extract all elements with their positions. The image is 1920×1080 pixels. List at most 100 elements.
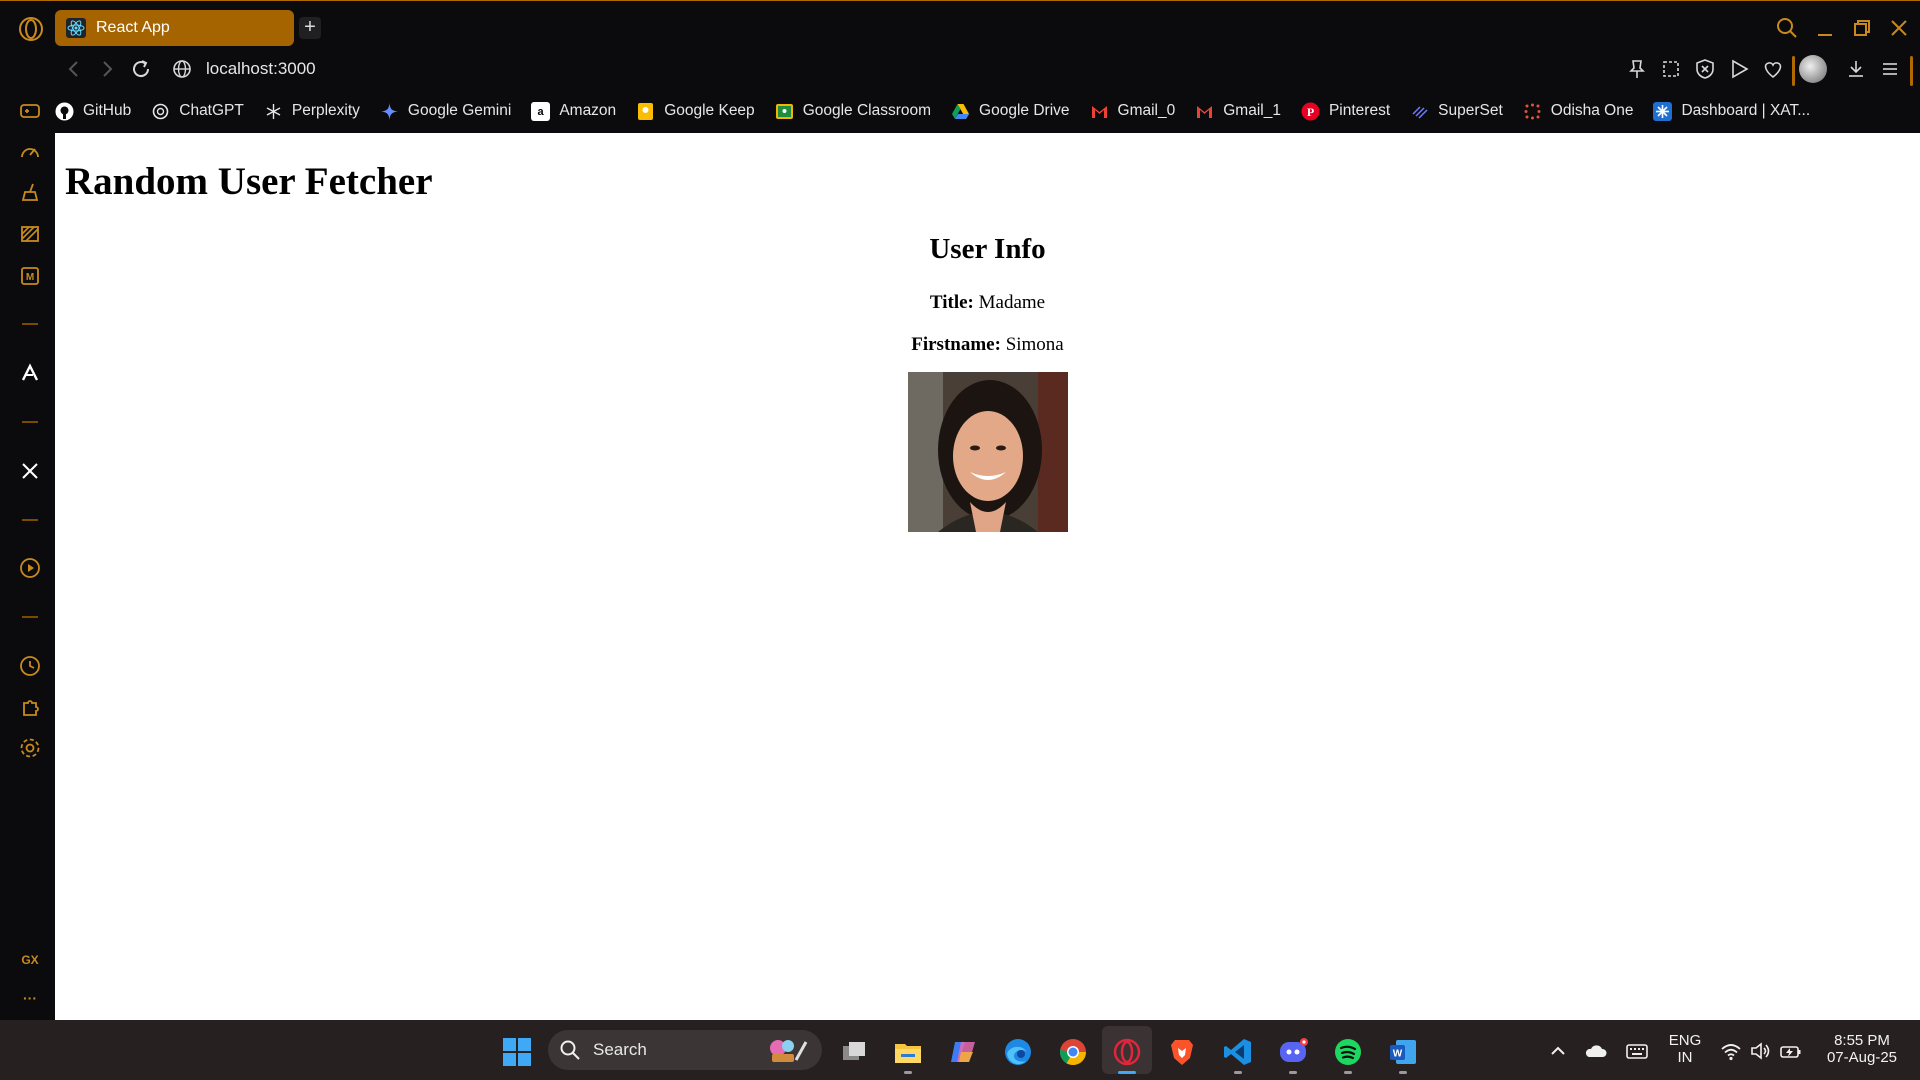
wifi-icon[interactable] [1719, 1040, 1743, 1062]
spotify-icon[interactable] [1332, 1036, 1364, 1068]
vscode-icon[interactable] [1222, 1036, 1254, 1068]
restore-icon[interactable] [1849, 15, 1875, 41]
discord-icon[interactable] [1277, 1036, 1309, 1068]
bookmark-google-classroom[interactable]: Google Classroom [775, 102, 931, 121]
file-explorer-icon[interactable] [892, 1036, 924, 1068]
battery-charging-icon[interactable] [1779, 1040, 1803, 1062]
bookmark-superset[interactable]: SuperSet [1410, 102, 1503, 121]
player-icon[interactable] [1726, 56, 1752, 82]
search-icon [559, 1039, 581, 1061]
bookmark-chatgpt[interactable]: ChatGPT [151, 102, 244, 121]
tab-bar: React App + [0, 0, 1920, 55]
menu-icon[interactable] [1877, 56, 1903, 82]
bookmark-label: Odisha One [1550, 102, 1634, 119]
pin-icon[interactable] [1624, 56, 1650, 82]
toolbar-divider [1792, 56, 1795, 86]
bookmark-label: Google Drive [979, 102, 1070, 119]
bookmark-label: Gmail_0 [1117, 102, 1176, 119]
volume-icon[interactable] [1749, 1040, 1773, 1062]
svg-text:a: a [538, 106, 545, 118]
firstname-label: Firstname: [911, 334, 1001, 355]
bookmark-amazon[interactable]: a Amazon [531, 101, 616, 121]
language-indicator[interactable]: ENG IN [1664, 1032, 1706, 1066]
tab-react-app[interactable]: React App [55, 10, 294, 46]
search-label: Search [593, 1040, 647, 1059]
onedrive-cloud-icon[interactable] [1584, 1040, 1608, 1062]
opera-logo-icon[interactable] [17, 15, 45, 43]
new-tab-button[interactable]: + [299, 17, 321, 39]
back-icon[interactable] [61, 56, 87, 82]
bookmark-label: GitHub [83, 102, 132, 119]
bookmark-label: SuperSet [1438, 102, 1503, 119]
bookmark-gmail-1[interactable]: Gmail_1 [1195, 102, 1281, 121]
task-view-icon[interactable] [838, 1036, 870, 1068]
perplexity-icon [264, 102, 283, 121]
adblock-icon[interactable] [1692, 56, 1718, 82]
chrome-icon[interactable] [1057, 1036, 1089, 1068]
mods-icon[interactable]: M [17, 263, 43, 289]
snapshot-icon[interactable] [1658, 56, 1684, 82]
extensions-icon[interactable] [17, 694, 43, 720]
search-tabs-icon[interactable] [1774, 15, 1800, 41]
bookmark-label: Pinterest [1328, 102, 1391, 119]
title-field: Title: Madame [55, 292, 1920, 314]
address-bar-url[interactable]: localhost:3000 [206, 57, 316, 81]
edge-icon[interactable] [1002, 1036, 1034, 1068]
title-label: Title: [929, 292, 974, 313]
title-value: Madame [978, 292, 1046, 313]
gmail-icon [1090, 102, 1109, 121]
show-hidden-icons-chevron-icon[interactable] [1547, 1040, 1569, 1062]
bookmark-gmail-0[interactable]: Gmail_0 [1090, 102, 1176, 121]
google-drive-icon [951, 102, 970, 121]
gx-corner-label[interactable]: GX [17, 953, 43, 967]
copilot-icon[interactable] [947, 1036, 979, 1068]
bookmark-label: Dashboard | XAT... [1681, 102, 1811, 119]
keyboard-icon[interactable] [1625, 1040, 1649, 1062]
close-icon[interactable] [1886, 15, 1912, 41]
more-icon[interactable]: ··· [17, 990, 43, 1006]
reload-icon[interactable] [128, 56, 154, 82]
react-icon [66, 18, 86, 38]
bookmark-pinterest[interactable]: P Pinterest [1301, 102, 1390, 121]
cleaner-icon[interactable] [17, 180, 43, 206]
download-icon[interactable] [1843, 56, 1869, 82]
superset-icon [1410, 102, 1429, 121]
bookmark-odisha-one[interactable]: Odisha One [1523, 102, 1634, 121]
bookmark-google-keep[interactable]: Google Keep [636, 102, 755, 121]
toolbar-edge [1910, 56, 1913, 86]
clock[interactable]: 8:55 PM 07-Aug-25 [1812, 1032, 1912, 1066]
bookmark-perplexity[interactable]: Perplexity [264, 102, 360, 121]
speed-dial-icon[interactable] [17, 139, 43, 165]
web-content: Random User Fetcher User Info Title: Mad… [55, 133, 1920, 1020]
minimize-icon[interactable] [1812, 15, 1838, 41]
bookmarks-bar: GitHub ChatGPT Perplexity Google Gemini … [55, 98, 1830, 124]
google-keep-icon [636, 102, 655, 121]
running-indicator [1234, 1071, 1242, 1074]
settings-gear-icon[interactable] [17, 735, 43, 761]
profile-avatar[interactable] [1799, 55, 1827, 83]
bookmark-github[interactable]: GitHub [55, 102, 131, 121]
x-twitter-icon[interactable] [17, 458, 43, 484]
history-icon[interactable] [17, 653, 43, 679]
sidebar-divider [22, 323, 38, 325]
user-info-title: User Info [929, 233, 1046, 265]
bookmark-google-drive[interactable]: Google Drive [951, 102, 1070, 121]
forward-icon[interactable] [94, 56, 120, 82]
wallpaper-icon[interactable] [17, 221, 43, 247]
word-icon[interactable]: W [1387, 1036, 1419, 1068]
bookmark-label: Google Classroom [802, 102, 932, 119]
player-sidebar-icon[interactable] [17, 555, 43, 581]
aria-icon[interactable] [17, 360, 43, 386]
gx-control-icon[interactable] [17, 98, 43, 124]
bookmark-dashboard-xat[interactable]: Dashboard | XAT... [1653, 101, 1811, 121]
active-indicator [1118, 1071, 1136, 1074]
pinterest-icon: P [1301, 102, 1320, 121]
bookmark-gemini[interactable]: Google Gemini [380, 102, 511, 121]
brave-icon[interactable] [1166, 1036, 1198, 1068]
windows-start-icon[interactable] [501, 1036, 533, 1068]
site-info-icon[interactable] [169, 56, 195, 82]
favorites-heart-icon[interactable] [1760, 56, 1786, 82]
running-indicator [1399, 1071, 1407, 1074]
user-info-card: User Info Title: Madame Firstname: Simon… [55, 233, 1920, 537]
gmail-icon [1195, 102, 1214, 121]
